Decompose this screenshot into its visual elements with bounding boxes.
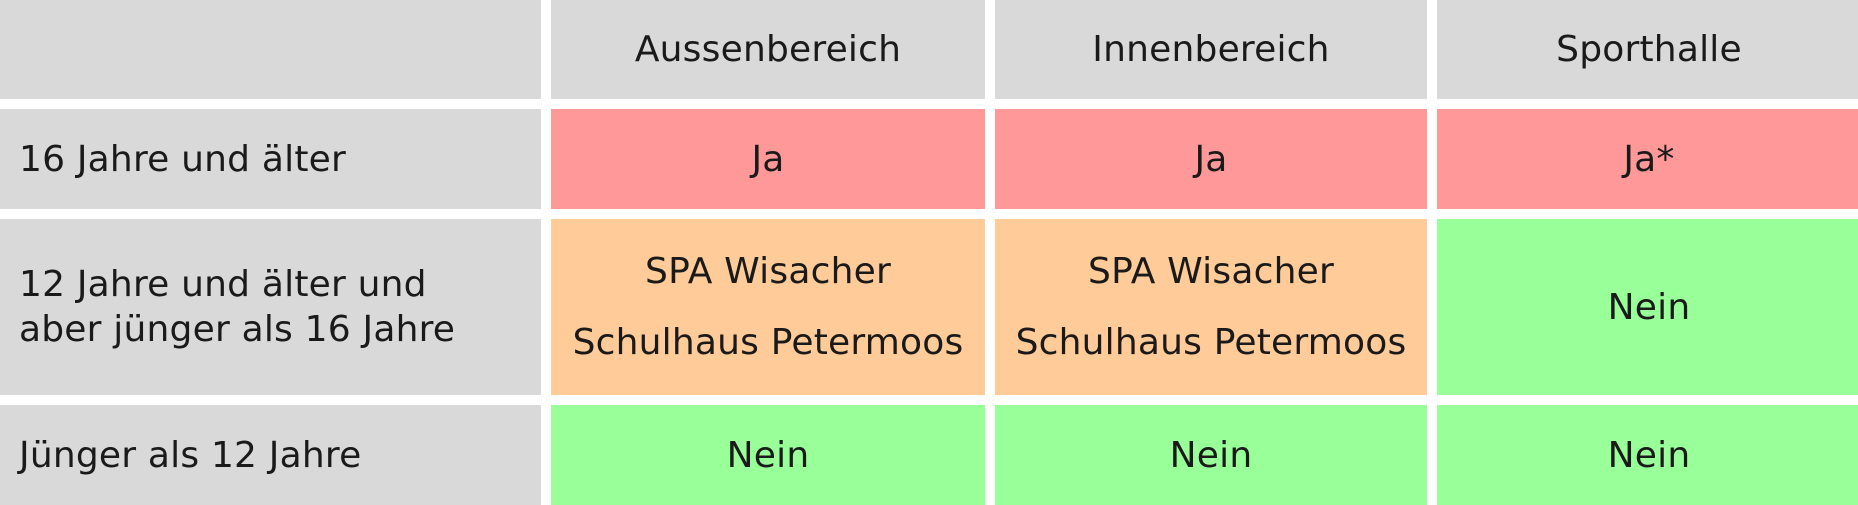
cell-value: Nein [1607,286,1691,328]
header-sporthalle: Sporthalle [1437,0,1858,99]
cell-16-plus-aussenbereich: Ja [551,109,985,209]
cell-value: Ja [751,138,785,180]
row-label-line: 12 Jahre und älter und [19,264,427,305]
corner-cell [0,0,541,99]
cell-under-12-sporthalle: Nein [1437,405,1858,505]
header-innenbereich: Innenbereich [995,0,1427,99]
cell-16-plus-innenbereich: Ja [995,109,1427,209]
cell-12-to-16-innenbereich: SPA Wisacher Schulhaus Petermoos [995,219,1427,395]
cell-value: SPA Wisacher [1088,251,1334,292]
row-label-under-12: Jünger als 12 Jahre [0,405,541,505]
row-label-text: 12 Jahre und älter und aber jünger als 1… [19,262,455,352]
cell-value: Nein [1169,434,1253,476]
cell-value: Nein [1607,434,1691,476]
cell-value: Nein [726,434,810,476]
row-label-line: 16 Jahre und älter [19,138,347,180]
cell-value: Ja [1194,138,1228,180]
row-label-12-to-16: 12 Jahre und älter und aber jünger als 1… [0,219,541,395]
cell-12-to-16-sporthalle: Nein [1437,219,1858,395]
cell-value-stack: SPA Wisacher Schulhaus Petermoos [573,249,964,365]
row-label-line: Jünger als 12 Jahre [19,434,362,476]
cell-value: Schulhaus Petermoos [1015,322,1407,363]
row-label-line: aber jünger als 16 Jahre [19,309,456,350]
cell-value: Schulhaus Petermoos [572,322,964,363]
cell-value-stack: SPA Wisacher Schulhaus Petermoos [1016,249,1407,365]
cell-value: SPA Wisacher [645,251,891,292]
cell-value: Ja* [1623,138,1675,180]
header-aussenbereich: Aussenbereich [551,0,985,99]
cell-16-plus-sporthalle: Ja* [1437,109,1858,209]
cell-under-12-aussenbereich: Nein [551,405,985,505]
cell-12-to-16-aussenbereich: SPA Wisacher Schulhaus Petermoos [551,219,985,395]
row-label-16-plus: 16 Jahre und älter [0,109,541,209]
cell-under-12-innenbereich: Nein [995,405,1427,505]
access-table: Aussenbereich Innenbereich Sporthalle 16… [0,0,1858,505]
